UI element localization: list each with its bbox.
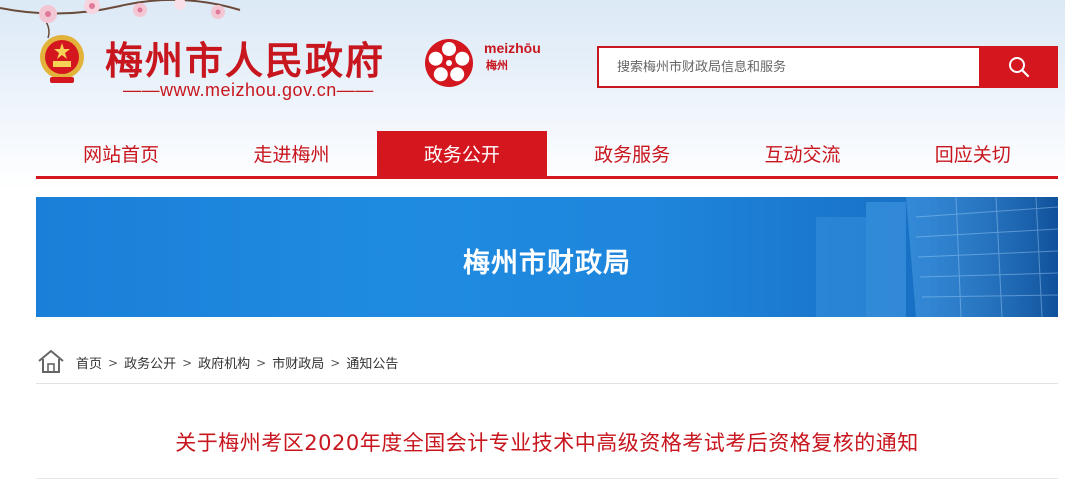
breadcrumb-finance-bureau[interactable]: 市财政局 [272, 353, 324, 372]
home-icon[interactable] [36, 348, 66, 374]
breadcrumb-separator: > [108, 355, 119, 370]
banner-title: 梅州市财政局 [463, 248, 631, 279]
breadcrumb: 首页 > 政务公开 > 政府机构 > 市财政局 > 通知公告 [36, 348, 1058, 384]
breadcrumb-separator: > [330, 355, 341, 370]
search-input[interactable] [617, 59, 979, 75]
nav-item-government-affairs[interactable]: 政务公开 [376, 131, 547, 176]
nav-item-home[interactable]: 网站首页 [36, 131, 206, 176]
city-logo-chinese: 梅州 [486, 59, 508, 72]
nav-item-responses[interactable]: 回应关切 [888, 131, 1058, 176]
nav-item-interaction[interactable]: 互动交流 [717, 131, 887, 176]
breadcrumb-government-agencies[interactable]: 政府机构 [198, 353, 250, 372]
search-icon [1008, 57, 1029, 78]
breadcrumb-notices[interactable]: 通知公告 [346, 353, 398, 372]
site-url[interactable]: ——www.meizhou.gov.cn—— [123, 80, 374, 101]
search-button[interactable] [979, 46, 1058, 88]
breadcrumb-home[interactable]: 首页 [76, 353, 102, 372]
breadcrumb-separator: > [182, 355, 193, 370]
breadcrumb-government-affairs[interactable]: 政务公开 [124, 353, 176, 372]
main-nav: 网站首页 走进梅州 政务公开 政务服务 互动交流 回应关切 [36, 131, 1058, 179]
nav-item-about-meizhou[interactable]: 走进梅州 [206, 131, 376, 176]
nav-item-government-services[interactable]: 政务服务 [547, 131, 717, 176]
department-banner: 梅州市财政局 [36, 197, 1058, 317]
breadcrumb-links: 首页 > 政务公开 > 政府机构 > 市财政局 > 通知公告 [76, 348, 398, 373]
city-logo-english: meizhōu [484, 40, 541, 56]
search-field[interactable] [597, 46, 979, 88]
divider [36, 478, 1058, 479]
meizhou-flower-logo-icon [425, 39, 473, 87]
national-emblem-icon [40, 35, 84, 83]
article-title: 关于梅州考区2020年度全国会计专业技术中高级资格考试考后资格复核的通知 [175, 431, 919, 455]
site-title[interactable]: 梅州市人民政府 [105, 30, 385, 85]
breadcrumb-separator: > [256, 355, 267, 370]
